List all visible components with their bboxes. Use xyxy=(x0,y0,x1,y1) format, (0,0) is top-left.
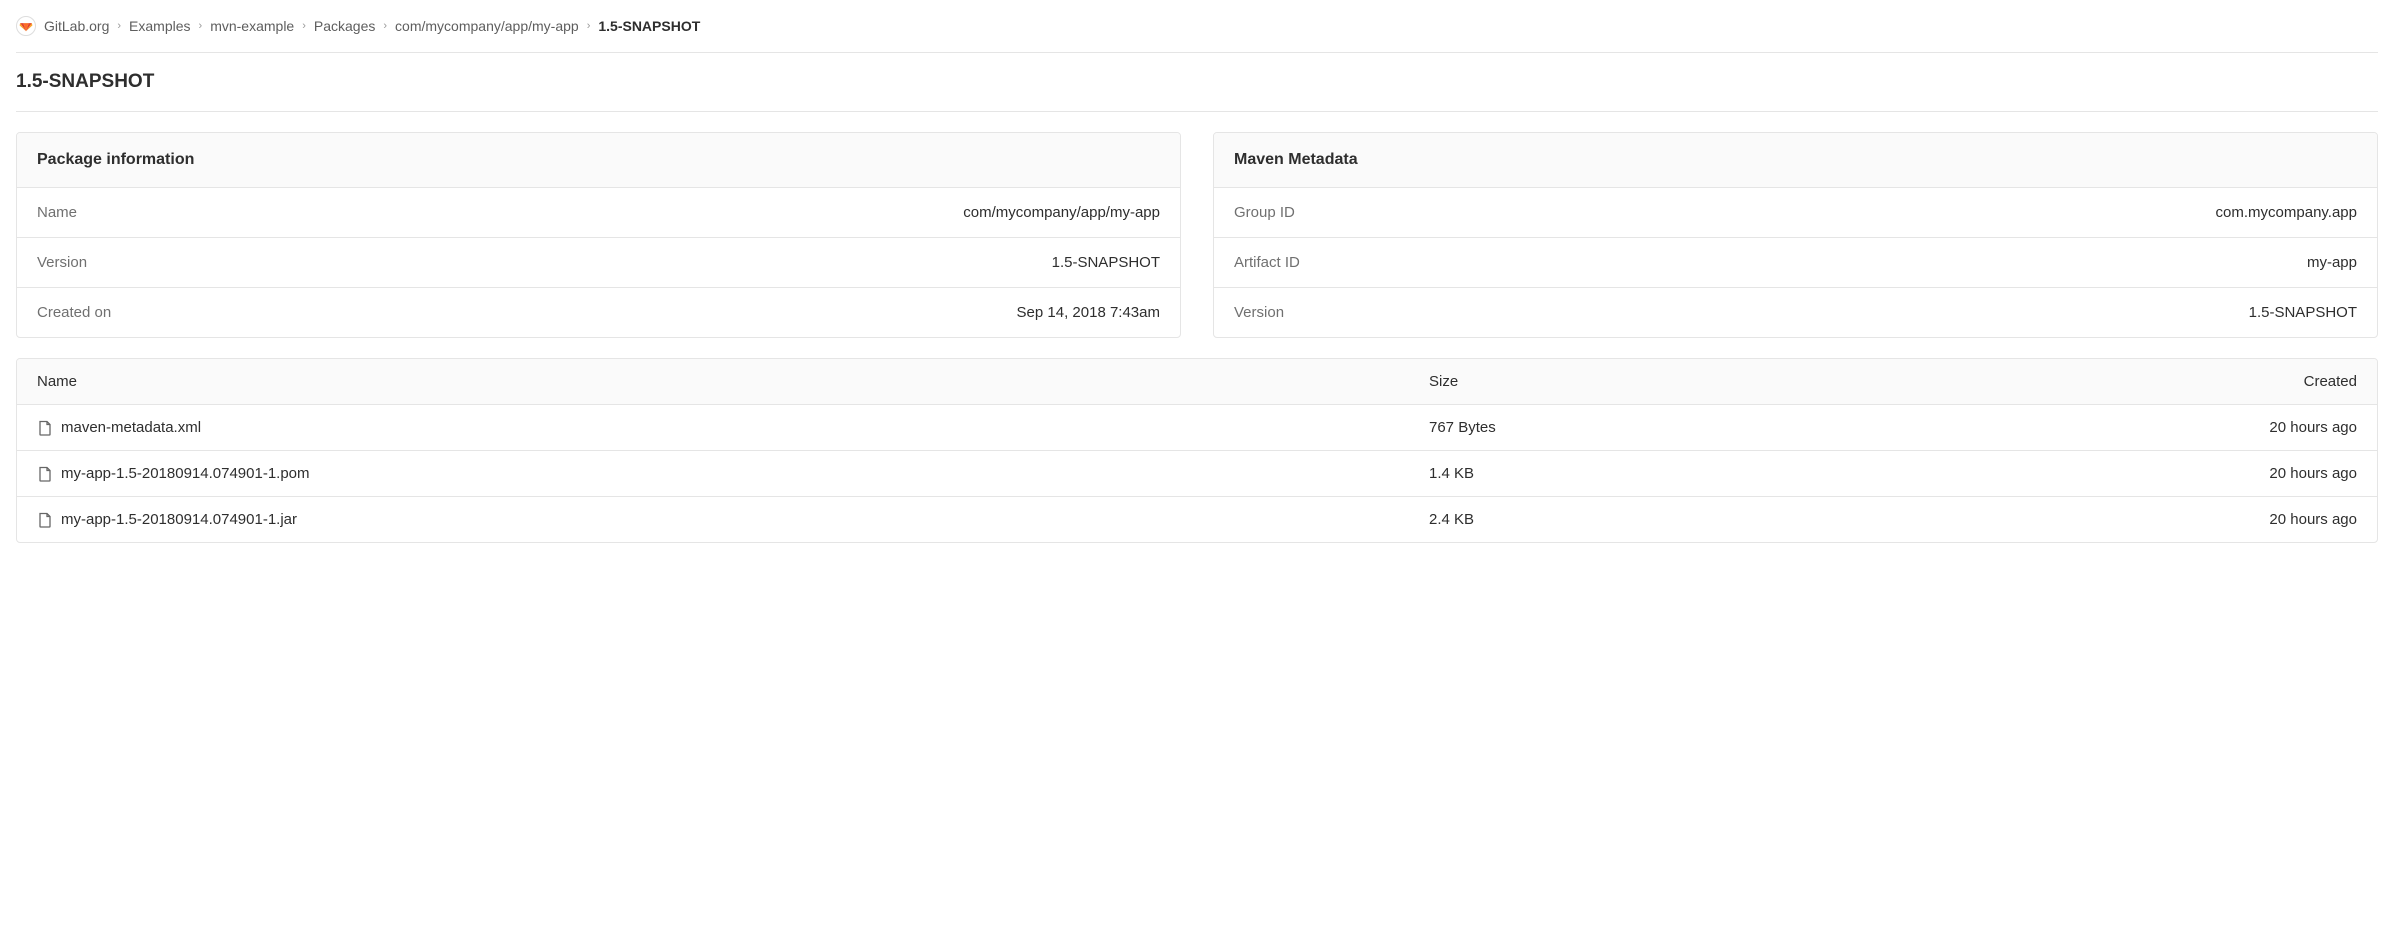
card-row-value: my-app xyxy=(2307,254,2357,271)
card-row-label: Version xyxy=(1234,304,1284,321)
card-row-value: 1.5-SNAPSHOT xyxy=(1052,254,1160,271)
column-header-size: Size xyxy=(1429,373,1893,390)
card-header: Package information xyxy=(17,133,1180,188)
chevron-right-icon: › xyxy=(199,20,203,32)
file-icon xyxy=(37,420,53,436)
card-row-value: Sep 14, 2018 7:43am xyxy=(1017,304,1160,321)
column-header-created: Created xyxy=(1893,373,2357,390)
breadcrumb-link[interactable]: com/mycompany/app/my-app xyxy=(395,18,579,34)
breadcrumb-link[interactable]: GitLab.org xyxy=(44,18,109,34)
files-table-header: Name Size Created xyxy=(17,359,2377,405)
card-row-version: Version 1.5-SNAPSHOT xyxy=(1214,288,2377,337)
file-size: 767 Bytes xyxy=(1429,419,1893,436)
breadcrumb: GitLab.org › Examples › mvn-example › Pa… xyxy=(16,0,2378,53)
file-name[interactable]: maven-metadata.xml xyxy=(61,419,201,436)
gitlab-logo-icon xyxy=(16,16,36,36)
card-row-name: Name com/mycompany/app/my-app xyxy=(17,188,1180,238)
file-size: 1.4 KB xyxy=(1429,465,1893,482)
card-row-value: com/mycompany/app/my-app xyxy=(963,204,1160,221)
breadcrumb-link[interactable]: Examples xyxy=(129,18,190,34)
file-icon xyxy=(37,466,53,482)
card-header: Maven Metadata xyxy=(1214,133,2377,188)
card-row-label: Artifact ID xyxy=(1234,254,1300,271)
breadcrumb-current: 1.5-SNAPSHOT xyxy=(598,18,700,34)
info-cards: Package information Name com/mycompany/a… xyxy=(16,112,2378,338)
file-name[interactable]: my-app-1.5-20180914.074901-1.jar xyxy=(61,511,297,528)
file-icon xyxy=(37,512,53,528)
chevron-right-icon: › xyxy=(383,20,387,32)
card-row-group-id: Group ID com.mycompany.app xyxy=(1214,188,2377,238)
maven-metadata-card: Maven Metadata Group ID com.mycompany.ap… xyxy=(1213,132,2378,338)
card-row-value: com.mycompany.app xyxy=(2216,204,2357,221)
card-row-version: Version 1.5-SNAPSHOT xyxy=(17,238,1180,288)
file-created: 20 hours ago xyxy=(1893,465,2357,482)
file-size: 2.4 KB xyxy=(1429,511,1893,528)
page-title: 1.5-SNAPSHOT xyxy=(16,53,2378,112)
table-row: my-app-1.5-20180914.074901-1.pom 1.4 KB … xyxy=(17,451,2377,497)
file-created: 20 hours ago xyxy=(1893,511,2357,528)
breadcrumb-link[interactable]: Packages xyxy=(314,18,375,34)
table-row: my-app-1.5-20180914.074901-1.jar 2.4 KB … xyxy=(17,497,2377,542)
card-row-label: Version xyxy=(37,254,87,271)
chevron-right-icon: › xyxy=(302,20,306,32)
column-header-name: Name xyxy=(37,373,1429,390)
card-row-label: Created on xyxy=(37,304,111,321)
chevron-right-icon: › xyxy=(117,20,121,32)
file-created: 20 hours ago xyxy=(1893,419,2357,436)
file-name[interactable]: my-app-1.5-20180914.074901-1.pom xyxy=(61,465,310,482)
card-row-created-on: Created on Sep 14, 2018 7:43am xyxy=(17,288,1180,337)
chevron-right-icon: › xyxy=(587,20,591,32)
files-table: Name Size Created maven-metadata.xml 767… xyxy=(16,358,2378,543)
card-row-label: Name xyxy=(37,204,77,221)
package-information-card: Package information Name com/mycompany/a… xyxy=(16,132,1181,338)
card-row-artifact-id: Artifact ID my-app xyxy=(1214,238,2377,288)
table-row: maven-metadata.xml 767 Bytes 20 hours ag… xyxy=(17,405,2377,451)
breadcrumb-link[interactable]: mvn-example xyxy=(210,18,294,34)
card-row-label: Group ID xyxy=(1234,204,1295,221)
card-row-value: 1.5-SNAPSHOT xyxy=(2249,304,2357,321)
